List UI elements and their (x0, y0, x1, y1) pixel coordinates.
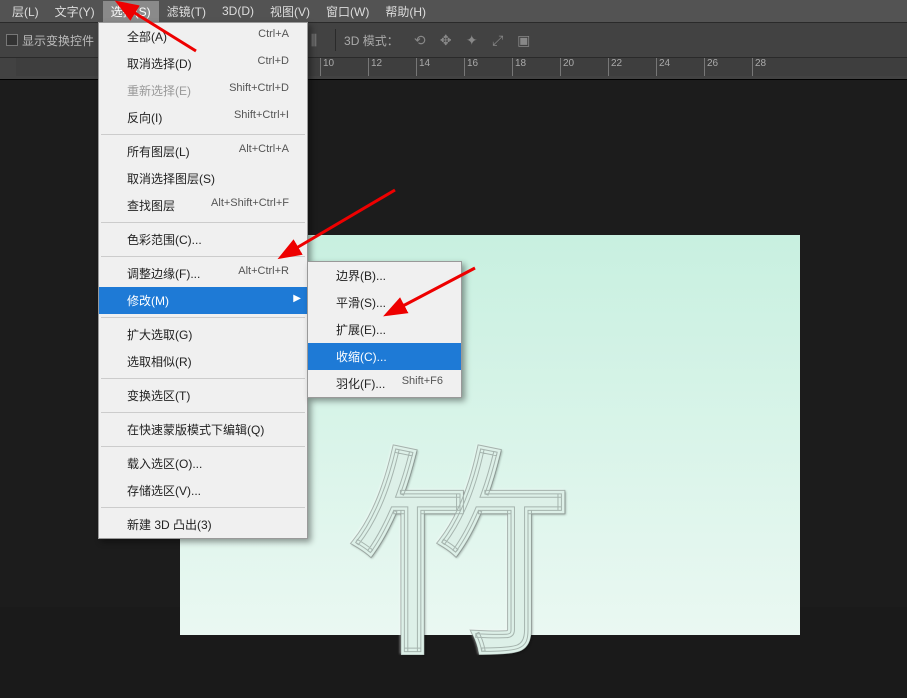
menu-item-label: 扩展(E)... (336, 321, 386, 338)
menu-item[interactable]: 全部(A) Ctrl+A (99, 23, 307, 50)
menu-item-label: 载入选区(O)... (127, 455, 202, 472)
menu-item: 重新选择(E) Shift+Ctrl+D (99, 77, 307, 104)
ruler-tick: 14 (416, 58, 430, 76)
menu-item-label: 色彩范围(C)... (127, 231, 202, 248)
menu-item[interactable]: 羽化(F)... Shift+F6 (308, 370, 461, 397)
menu-item[interactable]: 选取相似(R) (99, 348, 307, 375)
show-transform-label: 显示变换控件 (22, 32, 94, 49)
menu-view[interactable]: 视图(V) (262, 1, 318, 22)
menu-separator (101, 222, 305, 223)
menu-item[interactable]: 新建 3D 凸出(3) (99, 511, 307, 538)
ruler-tick: 16 (464, 58, 478, 76)
ruler-tick: 18 (512, 58, 526, 76)
menu-item-shortcut: Shift+Ctrl+I (234, 109, 289, 126)
menu-type[interactable]: 文字(Y) (47, 1, 103, 22)
menu-item-label: 取消选择(D) (127, 55, 192, 72)
menu-item-shortcut: Ctrl+A (258, 28, 289, 45)
menu-separator (101, 256, 305, 257)
menu-item[interactable]: 收缩(C)... (308, 343, 461, 370)
menu-item-label: 平滑(S)... (336, 294, 386, 311)
menu-select[interactable]: 选择(S) (103, 1, 159, 22)
menu-item-shortcut: Alt+Ctrl+R (238, 265, 289, 282)
menu-item[interactable]: 反向(I) Shift+Ctrl+I (99, 104, 307, 131)
menu-item-label: 收缩(C)... (336, 348, 387, 365)
scale-3d-icon[interactable]: ⤢ (487, 29, 509, 51)
menu-separator (101, 134, 305, 135)
menu-item-label: 羽化(F)... (336, 375, 385, 392)
ruler-tick: 26 (704, 58, 718, 76)
ruler-tick: 24 (656, 58, 670, 76)
menu-item[interactable]: 调整边缘(F)... Alt+Ctrl+R (99, 260, 307, 287)
menu-item-label: 修改(M) (127, 292, 169, 309)
menu-item-shortcut: Alt+Ctrl+A (239, 143, 289, 160)
menu-item-label: 存储选区(V)... (127, 482, 201, 499)
menu-item-label: 取消选择图层(S) (127, 170, 215, 187)
menu-item-label: 反向(I) (127, 109, 162, 126)
menu-item-shortcut: Alt+Shift+Ctrl+F (211, 197, 289, 214)
menu-item-label: 新建 3D 凸出(3) (127, 516, 212, 533)
menu-item[interactable]: 平滑(S)... (308, 289, 461, 316)
menu-separator (101, 317, 305, 318)
menu-help[interactable]: 帮助(H) (377, 1, 434, 22)
menu-item[interactable]: 存储选区(V)... (99, 477, 307, 504)
menu-item-label: 调整边缘(F)... (127, 265, 200, 282)
menu-item[interactable]: 色彩范围(C)... (99, 226, 307, 253)
mode-3d-label: 3D 模式： (344, 32, 399, 49)
menu-item[interactable]: 扩展(E)... (308, 316, 461, 343)
orbit-3d-icon[interactable]: ⟲ (409, 29, 431, 51)
menu-item[interactable]: 在快速蒙版模式下编辑(Q) (99, 416, 307, 443)
submenu-arrow-icon: ▶ (293, 293, 301, 304)
menu-filter[interactable]: 滤镜(T) (159, 1, 214, 22)
menu-item-label: 扩大选取(G) (127, 326, 192, 343)
camera-3d-icon[interactable]: ▣ (513, 29, 535, 51)
menu-item-label: 查找图层 (127, 197, 175, 214)
ruler-tick: 20 (560, 58, 574, 76)
menu-item[interactable]: 查找图层 Alt+Shift+Ctrl+F (99, 192, 307, 219)
ruler-tick: 22 (608, 58, 622, 76)
show-transform-checkbox[interactable] (6, 34, 18, 46)
modify-submenu[interactable]: 边界(B)... 平滑(S)... 扩展(E)... 收缩(C)... 羽化(F)...… (307, 261, 462, 398)
menu-item-label: 全部(A) (127, 28, 167, 45)
menu-window[interactable]: 窗口(W) (318, 1, 377, 22)
menu-item[interactable]: 载入选区(O)... (99, 450, 307, 477)
separator (335, 29, 336, 51)
menu-separator (101, 378, 305, 379)
menu-item-label: 边界(B)... (336, 267, 386, 284)
menu-separator (101, 446, 305, 447)
ruler-tick: 28 (752, 58, 766, 76)
menu-item-label: 所有图层(L) (127, 143, 190, 160)
menu-item[interactable]: 扩大选取(G) (99, 321, 307, 348)
select-menu-dropdown[interactable]: 全部(A) Ctrl+A 取消选择(D) Ctrl+D 重新选择(E) Shift+Ctr… (98, 22, 308, 539)
menu-item-label: 选取相似(R) (127, 353, 192, 370)
menu-item-shortcut: Shift+F6 (402, 375, 443, 392)
menu-separator (101, 507, 305, 508)
menu-item[interactable]: 边界(B)... (308, 262, 461, 289)
menu-item-shortcut: Shift+Ctrl+D (229, 82, 289, 99)
menu-item-shortcut: Ctrl+D (258, 55, 289, 72)
menu-layer[interactable]: 层(L) (4, 1, 47, 22)
menu-item[interactable]: 取消选择图层(S) (99, 165, 307, 192)
menu-item[interactable]: 修改(M) ▶ (99, 287, 307, 314)
menu-3d[interactable]: 3D(D) (214, 2, 262, 20)
pan-3d-icon[interactable]: ✥ (435, 29, 457, 51)
menu-item[interactable]: 取消选择(D) Ctrl+D (99, 50, 307, 77)
menu-item-label: 在快速蒙版模式下编辑(Q) (127, 421, 264, 438)
glyph-character: 竹 (350, 435, 570, 681)
artwork-glyph: 竹 (350, 380, 580, 615)
menubar: 层(L) 文字(Y) 选择(S) 滤镜(T) 3D(D) 视图(V) 窗口(W)… (0, 0, 907, 22)
ruler-tick: 10 (320, 58, 334, 76)
menu-item[interactable]: 变换选区(T) (99, 382, 307, 409)
menu-item-label: 变换选区(T) (127, 387, 190, 404)
menu-separator (101, 412, 305, 413)
menu-item[interactable]: 所有图层(L) Alt+Ctrl+A (99, 138, 307, 165)
menu-item-label: 重新选择(E) (127, 82, 191, 99)
ruler-tick: 12 (368, 58, 382, 76)
slide-3d-icon[interactable]: ✦ (461, 29, 483, 51)
